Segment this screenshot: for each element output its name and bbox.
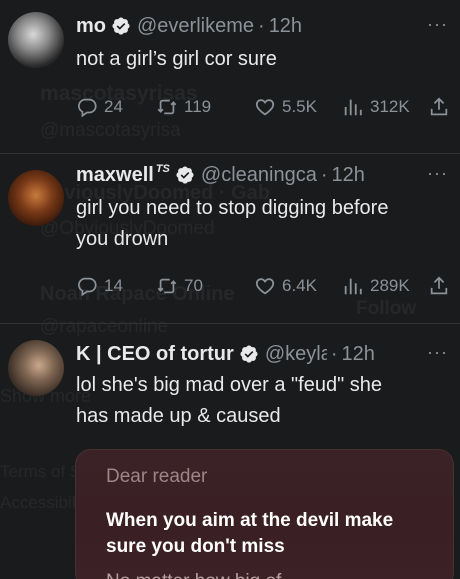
timestamp[interactable]: 12h: [341, 343, 374, 366]
views-count: 289K: [370, 276, 410, 295]
handle[interactable]: @keyla: [265, 343, 327, 366]
like-button[interactable]: 6.4K: [254, 275, 317, 297]
tweet-text-line: lol she's big mad over a "feud" she: [76, 374, 382, 396]
avatar[interactable]: [8, 170, 64, 226]
separator-dot: ·: [258, 14, 265, 37]
heart-icon: [255, 99, 275, 116]
tweet-actions: 24 119 5.5K 312K: [76, 93, 452, 121]
separator-dot: ·: [320, 163, 328, 186]
reply-count: 24: [104, 97, 123, 116]
tweet-text: girl you need to stop digging before you…: [76, 193, 440, 255]
tweet-text-line: girl you need to stop digging before: [76, 197, 389, 219]
tweet[interactable]: maxwell TS @cleaningca · 12h ··· girl yo…: [0, 153, 460, 323]
retweet-count: 70: [184, 276, 203, 295]
timestamp[interactable]: 12h: [269, 15, 302, 38]
reply-icon: [78, 277, 97, 297]
tweet-header: mo @everlikeme · 12h ···: [76, 12, 450, 40]
display-name[interactable]: maxwell: [76, 164, 154, 187]
views-button[interactable]: 289K: [342, 275, 410, 297]
tweet-text: not a girl’s girl cor sure: [76, 48, 277, 70]
views-count: 312K: [370, 97, 410, 116]
views-button[interactable]: 312K: [342, 96, 410, 118]
avatar[interactable]: [8, 340, 64, 396]
display-name-suffix: TS: [155, 163, 170, 175]
card-kicker: Dear reader: [106, 466, 208, 487]
verified-badge-icon: [240, 345, 258, 363]
avatar[interactable]: [8, 12, 64, 68]
heart-icon: [255, 278, 275, 295]
tweet-text: lol she's big mad over a "feud" she has …: [76, 370, 440, 432]
overlay-card[interactable]: Dear reader When you aim at the devil ma…: [75, 449, 454, 579]
tweet[interactable]: mo @everlikeme · 12h ··· not a girl’s gi…: [0, 0, 460, 153]
separator-dot: ·: [330, 342, 338, 365]
card-truncated-text: No matter how big of: [106, 571, 436, 579]
tweet-text-line: has made up & caused: [76, 405, 281, 427]
more-options-icon[interactable]: ···: [427, 163, 448, 184]
tweet-actions: 14 70 6.4K 289K: [76, 272, 452, 300]
like-count: 5.5K: [282, 97, 317, 116]
share-button[interactable]: [428, 96, 450, 118]
more-options-icon[interactable]: ···: [427, 14, 448, 35]
like-count: 6.4K: [282, 276, 317, 295]
reply-count: 14: [104, 276, 123, 295]
more-options-icon[interactable]: ···: [427, 342, 448, 363]
retweet-count: 119: [184, 97, 212, 116]
reply-button[interactable]: 14: [76, 275, 123, 297]
share-button[interactable]: [428, 275, 450, 297]
display-name[interactable]: K | CEO of tortur: [76, 343, 234, 366]
share-icon: [430, 97, 448, 116]
views-icon: [344, 99, 362, 116]
retweet-button[interactable]: 70: [156, 275, 203, 297]
verified-badge-icon: [176, 166, 194, 184]
verified-badge-icon: [112, 17, 130, 35]
reply-icon: [78, 98, 97, 118]
timestamp[interactable]: 12h: [332, 164, 365, 187]
retweet-icon: [157, 99, 177, 115]
handle[interactable]: @everlikeme: [137, 15, 254, 38]
tweet-header: K | CEO of tortur @keyla · 12h ···: [76, 340, 450, 368]
display-name[interactable]: mo: [76, 15, 106, 38]
retweet-button[interactable]: 119: [156, 96, 211, 118]
like-button[interactable]: 5.5K: [254, 96, 317, 118]
card-message: When you aim at the devil make sure you …: [106, 510, 394, 557]
retweet-icon: [157, 278, 177, 294]
tweet-header: maxwell TS @cleaningca · 12h ···: [76, 161, 450, 189]
share-icon: [430, 276, 448, 295]
views-icon: [344, 278, 362, 295]
handle[interactable]: @cleaningca: [201, 164, 317, 187]
tweet-text-line: you drown: [76, 228, 169, 250]
reply-button[interactable]: 24: [76, 96, 123, 118]
